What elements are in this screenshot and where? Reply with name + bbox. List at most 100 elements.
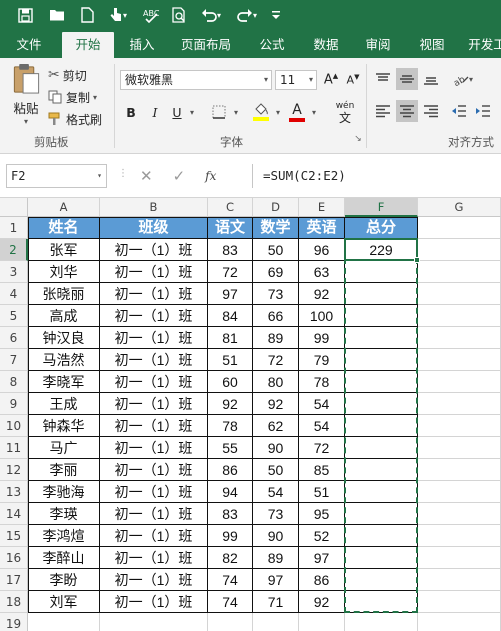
row-header-13[interactable]: 13 (0, 481, 28, 503)
align-bottom-button[interactable] (420, 68, 442, 90)
align-center-button[interactable] (396, 100, 418, 122)
table-cell[interactable]: 张晓丽 (28, 283, 100, 305)
row-header-2[interactable]: 2 (0, 239, 28, 261)
select-all-corner[interactable] (0, 198, 28, 217)
table-cell[interactable]: 72 (253, 349, 299, 371)
table-cell[interactable]: 82 (208, 547, 253, 569)
table-cell[interactable]: 李醉山 (28, 547, 100, 569)
table-cell[interactable]: 54 (253, 481, 299, 503)
table-cell[interactable] (345, 305, 418, 327)
phonetic-guide-button[interactable]: wén 文 (330, 98, 360, 126)
column-header-e[interactable]: E (299, 198, 345, 217)
table-cell[interactable]: 92 (299, 591, 345, 613)
cell[interactable] (100, 613, 208, 631)
table-cell[interactable]: 初一（1）班 (100, 591, 208, 613)
increase-indent-button[interactable] (472, 100, 494, 122)
table-cell[interactable]: 50 (253, 239, 299, 261)
table-cell[interactable] (345, 459, 418, 481)
table-cell[interactable]: 74 (208, 591, 253, 613)
tab-page-layout[interactable]: 页面布局 (174, 32, 238, 58)
table-cell[interactable]: 刘军 (28, 591, 100, 613)
underline-button[interactable]: U (168, 102, 186, 122)
spelling-check-icon[interactable]: ABC (140, 4, 162, 26)
table-header-cell[interactable]: 总分 (345, 217, 418, 239)
table-cell[interactable]: 85 (299, 459, 345, 481)
table-cell[interactable] (345, 349, 418, 371)
row-header-18[interactable]: 18 (0, 591, 28, 613)
table-cell[interactable]: 99 (299, 327, 345, 349)
row-header-19[interactable]: 19 (0, 613, 28, 631)
cell[interactable] (418, 503, 501, 525)
table-header-cell[interactable]: 姓名 (28, 217, 100, 239)
table-cell[interactable]: 90 (253, 437, 299, 459)
table-cell[interactable]: 刘华 (28, 261, 100, 283)
drag-handle-icon[interactable]: ⋮ (118, 168, 128, 179)
table-cell[interactable]: 95 (299, 503, 345, 525)
table-cell[interactable] (345, 591, 418, 613)
table-cell[interactable]: 229 (345, 239, 418, 261)
table-cell[interactable] (345, 371, 418, 393)
table-cell[interactable]: 99 (208, 525, 253, 547)
table-cell[interactable]: 初一（1）班 (100, 481, 208, 503)
table-cell[interactable]: 94 (208, 481, 253, 503)
cell[interactable] (418, 283, 501, 305)
tab-data[interactable]: 数据 (304, 32, 348, 58)
cell[interactable] (418, 547, 501, 569)
tab-insert[interactable]: 插入 (120, 32, 164, 58)
table-cell[interactable] (345, 547, 418, 569)
table-cell[interactable]: 钟森华 (28, 415, 100, 437)
table-cell[interactable]: 63 (299, 261, 345, 283)
cell[interactable] (253, 613, 299, 631)
table-cell[interactable]: 89 (253, 327, 299, 349)
table-cell[interactable]: 高成 (28, 305, 100, 327)
name-box[interactable]: F2 ▾ (6, 164, 107, 188)
table-cell[interactable]: 初一（1）班 (100, 305, 208, 327)
cell[interactable] (418, 239, 501, 261)
table-header-cell[interactable]: 英语 (299, 217, 345, 239)
table-cell[interactable]: 李晓军 (28, 371, 100, 393)
cell[interactable] (418, 481, 501, 503)
fill-handle[interactable] (414, 257, 420, 263)
redo-icon[interactable]: ▾ (232, 4, 262, 26)
column-header-c[interactable]: C (208, 198, 253, 217)
cut-button[interactable]: ✂ 剪切 (48, 66, 87, 84)
row-header-5[interactable]: 5 (0, 305, 28, 327)
row-header-14[interactable]: 14 (0, 503, 28, 525)
align-top-button[interactable] (372, 68, 394, 90)
align-middle-button[interactable] (396, 68, 418, 90)
table-cell[interactable]: 李驰海 (28, 481, 100, 503)
row-header-9[interactable]: 9 (0, 393, 28, 415)
table-cell[interactable]: 72 (299, 437, 345, 459)
table-cell[interactable]: 52 (299, 525, 345, 547)
chevron-down-icon[interactable]: ▾ (230, 102, 242, 122)
cell[interactable] (418, 327, 501, 349)
tab-file[interactable]: 文件 (6, 32, 52, 58)
table-cell[interactable]: 初一（1）班 (100, 415, 208, 437)
table-cell[interactable] (345, 503, 418, 525)
tab-home[interactable]: 开始 (62, 32, 114, 58)
row-header-10[interactable]: 10 (0, 415, 28, 437)
table-cell[interactable]: 86 (299, 569, 345, 591)
font-name-dropdown[interactable]: 微软雅黑 ▾ (120, 70, 272, 90)
table-cell[interactable]: 97 (208, 283, 253, 305)
table-cell[interactable]: 84 (208, 305, 253, 327)
table-cell[interactable]: 51 (299, 481, 345, 503)
table-cell[interactable]: 96 (299, 239, 345, 261)
table-cell[interactable] (345, 393, 418, 415)
table-cell[interactable]: 李鸿煊 (28, 525, 100, 547)
table-cell[interactable] (345, 481, 418, 503)
table-cell[interactable] (345, 569, 418, 591)
row-header-12[interactable]: 12 (0, 459, 28, 481)
table-cell[interactable]: 73 (253, 503, 299, 525)
table-cell[interactable]: 72 (208, 261, 253, 283)
table-cell[interactable]: 73 (253, 283, 299, 305)
table-cell[interactable] (345, 261, 418, 283)
table-cell[interactable]: 54 (299, 393, 345, 415)
increase-font-size-button[interactable]: A▲ (322, 70, 340, 90)
tab-review[interactable]: 审阅 (356, 32, 400, 58)
table-header-cell[interactable]: 数学 (253, 217, 299, 239)
tab-formulas[interactable]: 公式 (250, 32, 294, 58)
cell[interactable] (418, 459, 501, 481)
table-cell[interactable]: 78 (299, 371, 345, 393)
borders-button[interactable] (208, 102, 230, 122)
